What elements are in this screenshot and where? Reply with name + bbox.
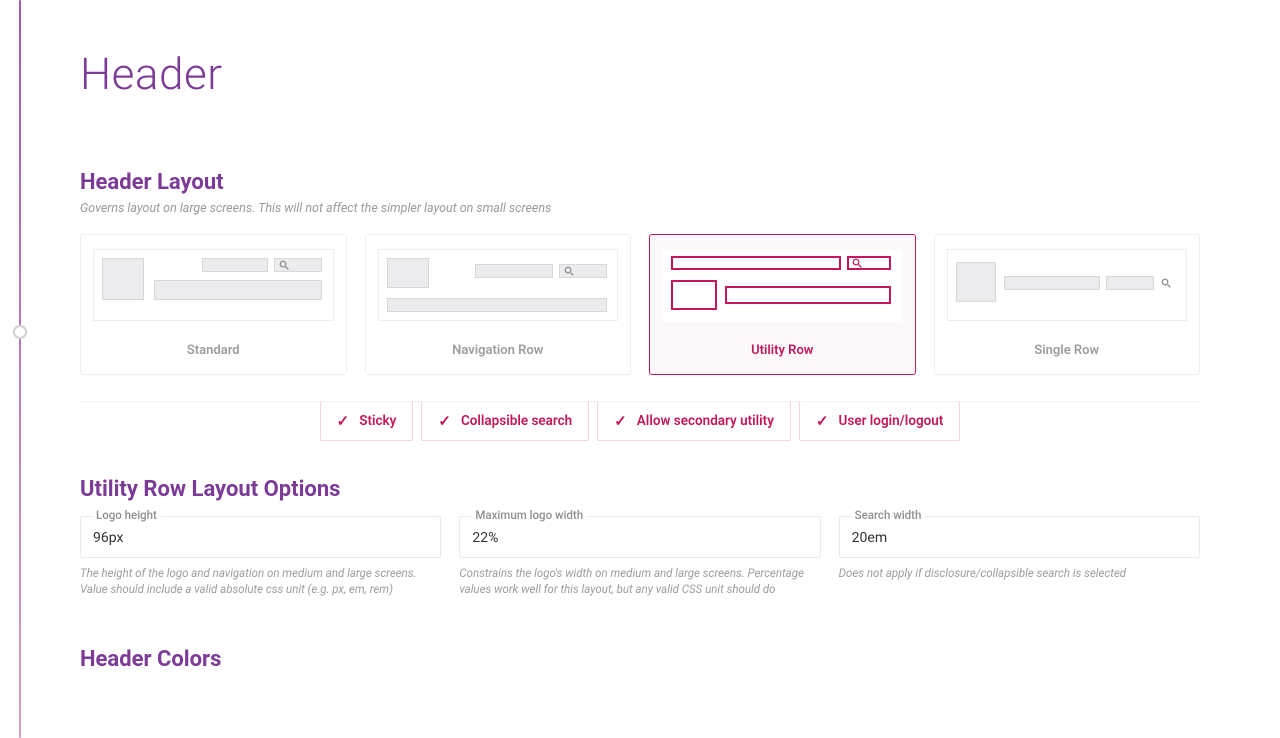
section-heading-layout: Header Layout [80,170,1200,195]
section-heading-header-colors: Header Colors [80,647,1200,672]
field-help-logo-height: The height of the logo and navigation on… [80,566,441,597]
check-icon: ✓ [614,412,627,430]
layout-preview [81,235,346,331]
layout-option-label: Utility Row [650,331,915,374]
field-help-max-logo-width: Constrains the logo's width on medium an… [459,566,820,597]
toggle-allow-secondary-utility[interactable]: ✓ Allow secondary utility [597,401,791,441]
search-icon [564,266,574,280]
field-search-width: Search width [839,516,1200,558]
layout-option-label: Navigation Row [366,331,631,374]
field-help-search-width: Does not apply if disclosure/collapsible… [839,566,1200,597]
toggle-collapsible-search[interactable]: ✓ Collapsible search [421,401,589,441]
toggle-user-login-logout[interactable]: ✓ User login/logout [799,401,960,441]
toggle-label: Allow secondary utility [637,413,774,429]
check-icon: ✓ [337,412,350,430]
layout-preview [366,235,631,331]
timeline-dot [13,325,27,339]
page-title: Header [80,48,1200,100]
toggle-label: User login/logout [839,413,944,429]
field-label: Maximum logo width [471,508,587,522]
field-label: Search width [851,508,926,522]
search-icon [852,258,862,272]
layout-toggles: ✓ Sticky ✓ Collapsible search ✓ Allow se… [80,401,1200,441]
field-label: Logo height [92,508,161,522]
search-icon [1161,278,1171,292]
check-icon: ✓ [438,412,451,430]
section-desc-layout: Governs layout on large screens. This wi… [80,201,1200,216]
search-width-input[interactable] [839,516,1200,558]
layout-preview [935,235,1200,331]
layout-option-single-row[interactable]: Single Row [934,234,1201,375]
section-heading-utility-options: Utility Row Layout Options [80,477,1200,502]
field-max-logo-width: Maximum logo width [459,516,820,558]
toggle-sticky[interactable]: ✓ Sticky [320,401,414,441]
toggle-label: Sticky [359,413,396,429]
toggle-label: Collapsible search [461,413,572,429]
max-logo-width-input[interactable] [459,516,820,558]
layout-cards: Standard Navigation Row [80,234,1200,375]
check-icon: ✓ [816,412,829,430]
layout-option-label: Standard [81,331,346,374]
options-divider [80,401,1200,402]
search-icon [279,260,289,274]
timeline-rail [19,0,21,738]
layout-option-navigation-row[interactable]: Navigation Row [365,234,632,375]
layout-option-standard[interactable]: Standard [80,234,347,375]
layout-preview [650,235,915,331]
layout-option-label: Single Row [935,331,1200,374]
field-logo-height: Logo height [80,516,441,558]
layout-option-utility-row[interactable]: Utility Row [649,234,916,375]
logo-height-input[interactable] [80,516,441,558]
